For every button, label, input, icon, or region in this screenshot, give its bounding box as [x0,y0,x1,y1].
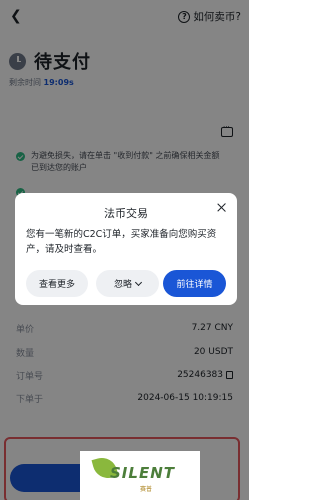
go-to-details-label: 前往详情 [176,280,213,290]
c2c-order-dialog: 法币交易 您有一笔新的C2C订单，买家准备向您购买资产，请及时查看。 查看更多 … [15,193,237,305]
dialog-title: 法币交易 [104,207,148,220]
watermark-subtext: 赛普 [140,486,153,493]
go-to-details-button[interactable]: 前往详情 [163,270,226,297]
watermark-text: SILENT [110,464,175,482]
view-more-label: 查看更多 [38,280,75,290]
chevron-down-icon [134,278,143,286]
view-more-button[interactable]: 查看更多 [26,270,88,297]
watermark-logo: SILENT 赛普 [80,451,200,500]
close-icon[interactable] [216,202,228,214]
ignore-dropdown-button[interactable]: 忽略 [96,270,159,297]
dialog-message: 您有一笔新的C2C订单，买家准备向您购买资产，请及时查看。 [26,229,217,255]
ignore-label: 忽略 [113,280,132,290]
